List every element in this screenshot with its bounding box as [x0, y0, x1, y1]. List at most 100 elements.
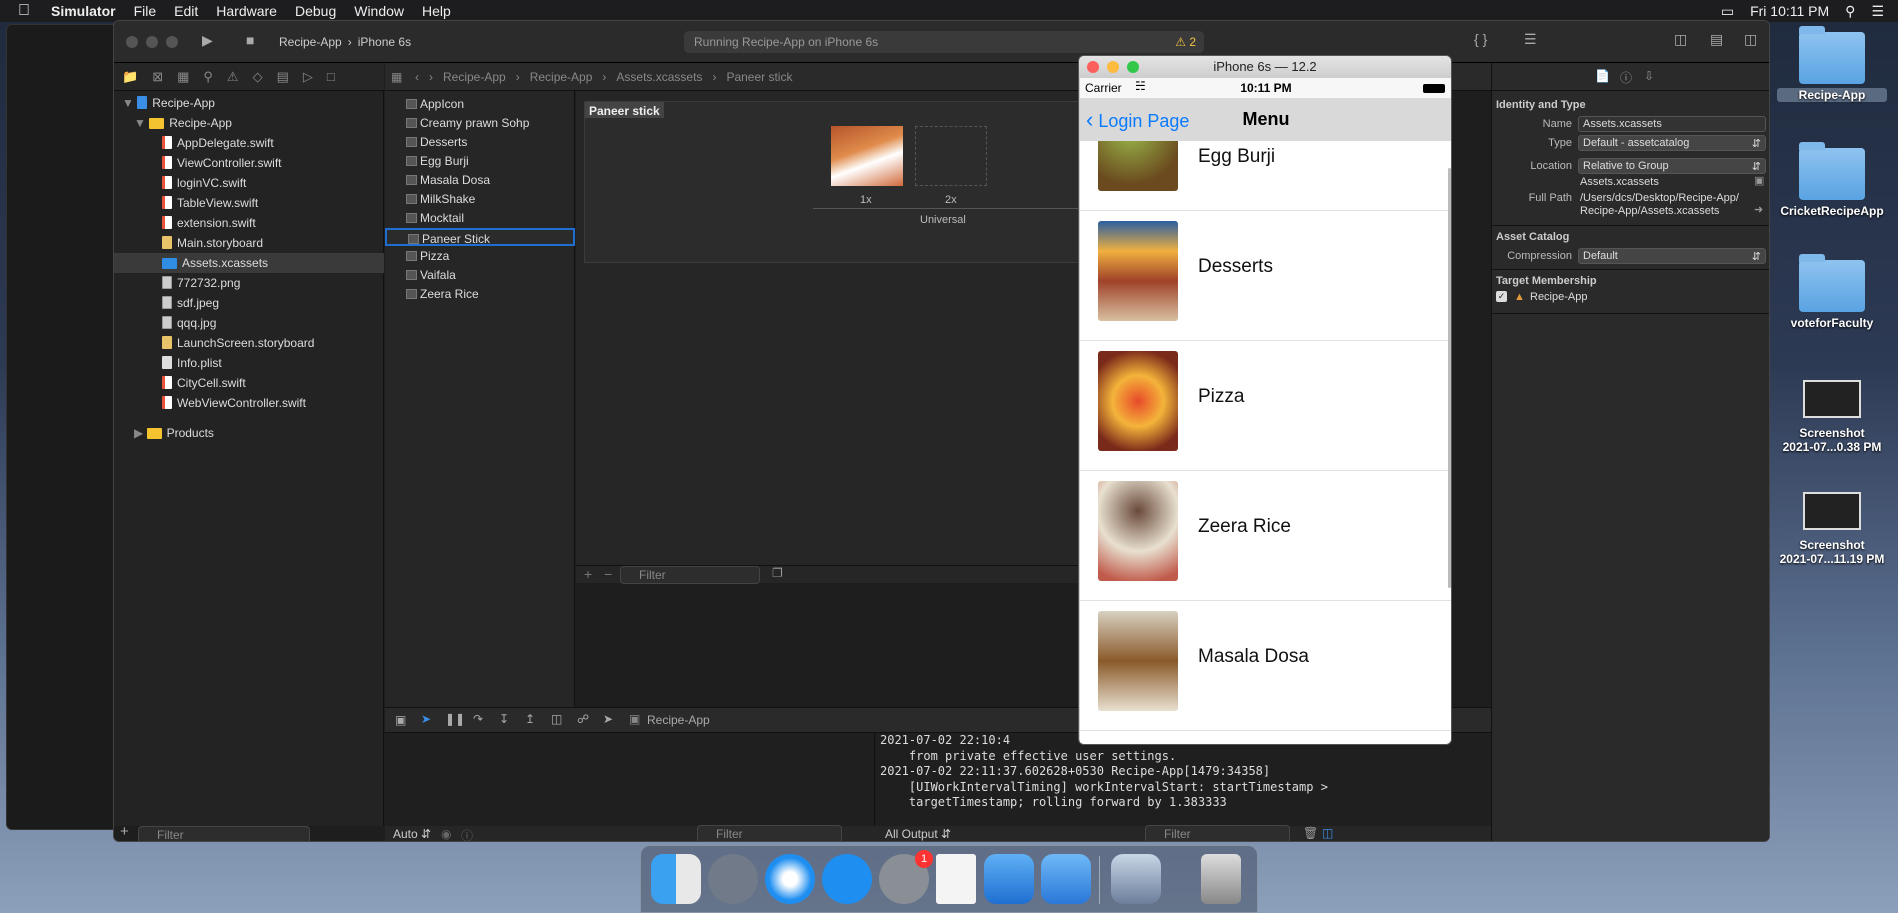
menu-edit[interactable]: Edit: [165, 3, 207, 19]
navigator-file-row[interactable]: qqq.jpg: [114, 313, 384, 333]
file-inspector-icon[interactable]: 📄: [1595, 69, 1610, 83]
tree-project-row[interactable]: ▼ Recipe-App: [122, 93, 215, 113]
disclosure-open-icon[interactable]: ▼: [122, 96, 134, 110]
menu-help[interactable]: Help: [413, 3, 460, 19]
compression-popup[interactable]: Default ⇵: [1578, 248, 1766, 264]
menubar-clock[interactable]: Fri 10:11 PM: [1750, 3, 1829, 19]
asset-item[interactable]: Pizza: [385, 247, 575, 265]
console-filter-input[interactable]: Filter: [1145, 825, 1290, 841]
navigator-file-row[interactable]: extension.swift: [114, 213, 384, 233]
memory-graph-icon[interactable]: ☍: [577, 712, 589, 726]
grid-icon[interactable]: ▦: [391, 70, 402, 84]
simulator-app-icon[interactable]: [1041, 854, 1091, 904]
minimize-window-button[interactable]: [146, 36, 158, 48]
auto-selector[interactable]: Auto ⇵: [393, 827, 431, 841]
sim-zoom-button[interactable]: [1127, 61, 1139, 73]
asset-item[interactable]: Egg Burji: [385, 152, 575, 170]
desktop-item[interactable]: CricketRecipeApp: [1777, 142, 1887, 218]
asset-item[interactable]: Masala Dosa: [385, 171, 575, 189]
navigator-file-row[interactable]: sdf.jpeg: [114, 293, 384, 313]
toggle-debug-icon[interactable]: ▤: [1710, 31, 1723, 48]
navigator-file-row[interactable]: Info.plist: [114, 353, 384, 373]
table-scrollbar[interactable]: [1448, 168, 1451, 588]
navigator-file-row[interactable]: ViewController.swift: [114, 153, 384, 173]
find-navigator-icon[interactable]: ⚲: [203, 69, 213, 85]
zoom-window-button[interactable]: [166, 36, 178, 48]
disclosure-closed-icon[interactable]: ▶: [134, 426, 143, 440]
location-popup[interactable]: Relative to Group ⇵: [1578, 158, 1766, 174]
output-selector[interactable]: All Output ⇵: [885, 827, 951, 841]
warning-badge[interactable]: ⚠ 2: [1175, 35, 1196, 49]
navigator-file-row[interactable]: loginVC.swift: [114, 173, 384, 193]
location-icon[interactable]: ➤: [603, 712, 613, 726]
pause-icon[interactable]: ❚❚: [445, 712, 465, 726]
menu-app-name[interactable]: Simulator: [42, 3, 125, 19]
menu-cell[interactable]: Desserts: [1080, 211, 1451, 341]
close-window-button[interactable]: [126, 36, 138, 48]
app-store-icon[interactable]: [822, 854, 872, 904]
debug-target-name[interactable]: Recipe-App: [647, 713, 710, 727]
debug-navigator-icon[interactable]: ▤: [277, 69, 289, 85]
asset-item[interactable]: Desserts: [385, 133, 575, 151]
sim-close-button[interactable]: [1087, 61, 1099, 73]
menu-cell[interactable]: Masala Dosa: [1080, 601, 1451, 731]
source-control-icon[interactable]: ⊠: [152, 69, 163, 85]
asset-item[interactable]: AppIcon: [385, 95, 575, 113]
navigator-file-row[interactable]: Main.storyboard: [114, 233, 384, 253]
jump-item[interactable]: Paneer stick: [726, 70, 792, 84]
library-icon[interactable]: { }: [1474, 31, 1487, 47]
image-slot-2x[interactable]: [915, 126, 987, 186]
issue-navigator-icon[interactable]: ⚠: [227, 69, 239, 85]
navigator-filter-input[interactable]: Filter: [138, 826, 310, 841]
folder-icon[interactable]: ▣: [1754, 174, 1764, 187]
step-over-icon[interactable]: ↷: [473, 712, 483, 726]
menu-hardware[interactable]: Hardware: [207, 3, 286, 19]
asset-filter-input[interactable]: Filter: [620, 566, 760, 584]
back-icon[interactable]: ‹: [415, 70, 419, 84]
breakpoint-navigator-icon[interactable]: ▷: [303, 69, 313, 85]
navigator-file-row[interactable]: CityCell.swift: [114, 373, 384, 393]
textedit-icon[interactable]: [936, 854, 976, 904]
tree-products-row[interactable]: ▶ Products: [134, 423, 214, 443]
add-asset-icon[interactable]: +: [584, 566, 592, 582]
asset-item[interactable]: MilkShake: [385, 190, 575, 208]
navigator-file-row[interactable]: Assets.xcassets: [114, 253, 384, 273]
trash-icon[interactable]: [1201, 854, 1241, 904]
report-navigator-icon[interactable]: □: [327, 69, 335, 84]
toggle-navigator-icon[interactable]: ◫: [1674, 31, 1687, 48]
eye-icon[interactable]: ◉: [441, 827, 451, 841]
control-center-icon[interactable]: ☰: [1871, 3, 1884, 20]
split-view-icon[interactable]: ◫: [1322, 826, 1333, 840]
navigator-file-row[interactable]: TableView.swift: [114, 193, 384, 213]
system-preferences-icon[interactable]: 1: [879, 850, 933, 904]
add-icon[interactable]: +: [120, 823, 129, 840]
finder-icon[interactable]: [651, 854, 701, 904]
navigator-file-row[interactable]: AppDelegate.swift: [114, 133, 384, 153]
jump-item[interactable]: Recipe-App: [443, 70, 506, 84]
asset-item[interactable]: Paneer Stick: [385, 228, 575, 246]
name-field[interactable]: Assets.xcassets: [1578, 116, 1766, 132]
target-checkbox[interactable]: ✓: [1496, 291, 1507, 302]
menu-cell[interactable]: Egg Burji: [1080, 141, 1451, 211]
asset-item[interactable]: Zeera Rice: [385, 285, 575, 303]
disclosure-open-icon[interactable]: ▼: [134, 116, 146, 130]
toggle-inspector-icon[interactable]: ◫: [1744, 31, 1757, 48]
navigator-file-row[interactable]: LaunchScreen.storyboard: [114, 333, 384, 353]
step-out-icon[interactable]: ↥: [525, 712, 535, 726]
project-navigator-icon[interactable]: 📁: [122, 69, 138, 85]
apple-icon[interactable]: : [0, 2, 42, 20]
display-icon[interactable]: ▭: [1721, 3, 1734, 20]
trash-icon[interactable]: 🗑: [1303, 826, 1318, 840]
asset-item[interactable]: Mocktail: [385, 209, 575, 227]
show-slicing-icon[interactable]: ❐: [772, 566, 783, 580]
forward-icon[interactable]: ›: [429, 70, 433, 84]
jump-item[interactable]: Recipe-App: [530, 70, 593, 84]
step-into-icon[interactable]: ↧: [499, 712, 509, 726]
menu-debug[interactable]: Debug: [286, 3, 345, 19]
run-icon[interactable]: ▶: [202, 32, 213, 49]
editor-standard-icon[interactable]: ☰: [1524, 31, 1537, 48]
safari-icon[interactable]: [765, 854, 815, 904]
jump-item[interactable]: Assets.xcassets: [616, 70, 702, 84]
tree-group-row[interactable]: ▼ Recipe-App: [134, 113, 232, 133]
type-popup[interactable]: Default - assetcatalog ⇵: [1578, 135, 1766, 151]
